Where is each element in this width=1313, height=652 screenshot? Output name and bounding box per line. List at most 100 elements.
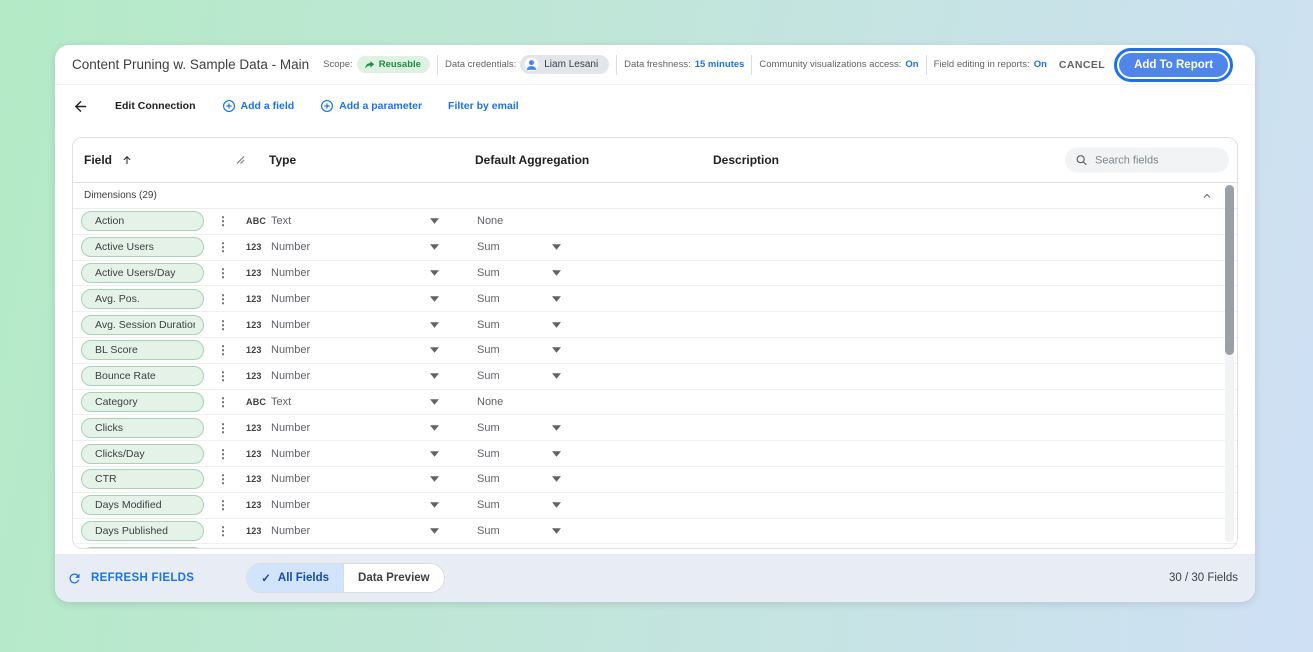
field-pill[interactable]: Bounce Rate [81,366,204,386]
type-dropdown-arrow[interactable] [430,296,477,302]
field-options-menu-icon[interactable]: ⋮ [212,369,246,383]
filter-by-email-button[interactable]: Filter by email [448,100,519,112]
refresh-fields-button[interactable]: REFRESH FIELDS [67,571,194,586]
aggregation-select[interactable]: Sum [477,473,552,485]
add-parameter-button[interactable]: Add a parameter [320,99,422,113]
field-pill[interactable]: CTR [81,469,204,489]
field-options-menu-icon[interactable]: ⋮ [212,214,246,228]
type-dropdown-arrow[interactable] [430,476,477,482]
field-pill[interactable]: Avg. Pos. [81,289,204,309]
field-options-menu-icon[interactable]: ⋮ [212,318,246,332]
type-select[interactable]: Text [271,396,430,408]
type-dropdown-arrow[interactable] [430,399,477,405]
aggregation-select[interactable]: None [477,215,552,227]
type-dropdown-arrow[interactable] [430,373,477,379]
type-select[interactable]: Text [271,215,430,227]
tab-data-preview[interactable]: Data Preview [343,564,444,592]
aggregation-dropdown-arrow[interactable] [552,347,582,353]
aggregation-select[interactable]: Sum [477,344,552,356]
field-pill[interactable]: Clicks/Day [81,444,204,464]
type-select[interactable]: Number [271,422,430,434]
field-options-menu-icon[interactable]: ⋮ [212,472,246,486]
field-pill[interactable]: Days Published [81,521,204,541]
type-select[interactable]: Number [271,319,430,331]
search-fields-input[interactable] [1095,154,1215,166]
add-to-report-button[interactable]: Add To Report [1119,53,1228,77]
edit-connection-button[interactable]: Edit Connection [115,100,196,112]
field-options-menu-icon[interactable]: ⋮ [212,395,246,409]
field-pill[interactable]: Clicks [81,418,204,438]
aggregation-select[interactable]: Sum [477,241,552,253]
type-select[interactable]: Number [271,525,430,537]
aggregation-select[interactable]: Sum [477,319,552,331]
type-dropdown-arrow[interactable] [430,502,477,508]
field-options-menu-icon[interactable]: ⋮ [212,524,246,538]
field-editing-group[interactable]: Field editing in reports: On [934,59,1047,70]
aggregation-select[interactable]: Sum [477,293,552,305]
field-pill[interactable] [81,547,204,549]
aggregation-dropdown-arrow[interactable] [552,451,582,457]
type-select[interactable]: Number [271,267,430,279]
aggregation-dropdown-arrow[interactable] [552,296,582,302]
type-select[interactable]: Number [271,370,430,382]
type-select[interactable]: Number [271,448,430,460]
field-pill[interactable]: Avg. Session Duration [81,315,204,335]
field-options-menu-icon[interactable]: ⋮ [212,498,246,512]
community-viz-value[interactable]: On [905,59,918,70]
type-select[interactable]: Number [271,293,430,305]
field-pill[interactable]: Active Users/Day [81,263,204,283]
field-options-menu-icon[interactable]: ⋮ [212,292,246,306]
aggregation-select[interactable]: None [477,396,552,408]
field-options-menu-icon[interactable]: ⋮ [212,447,246,461]
type-dropdown-arrow[interactable] [430,528,477,534]
add-field-button[interactable]: Add a field [222,99,295,113]
cancel-button[interactable]: CANCEL [1059,59,1105,71]
field-pill[interactable]: Days Modified [81,495,204,515]
community-viz-group[interactable]: Community visualizations access: On [759,59,918,70]
tab-all-fields[interactable]: ✓All Fields [247,564,343,592]
type-dropdown-arrow[interactable] [430,347,477,353]
dimensions-section-header[interactable]: Dimensions (29) [73,183,1237,209]
aggregation-select[interactable]: Sum [477,499,552,511]
credentials-badge[interactable]: Liam Lesani [520,55,609,74]
type-dropdown-arrow[interactable] [430,270,477,276]
field-pill[interactable]: Category [81,392,204,412]
type-dropdown-arrow[interactable] [430,218,477,224]
chevron-up-icon[interactable] [1201,190,1213,202]
field-pill[interactable]: Action [81,211,204,231]
column-header-field[interactable]: Field [84,153,133,167]
back-button[interactable] [72,98,89,115]
field-pill[interactable]: Active Users [81,237,204,257]
type-dropdown-arrow[interactable] [430,451,477,457]
field-options-menu-icon[interactable]: ⋮ [212,240,246,254]
aggregation-select[interactable]: Sum [477,267,552,279]
aggregation-select[interactable]: Sum [477,370,552,382]
aggregation-dropdown-arrow[interactable] [552,373,582,379]
freshness-group[interactable]: Data freshness: 15 minutes [624,59,744,70]
field-options-menu-icon[interactable]: ⋮ [212,266,246,280]
aggregation-dropdown-arrow[interactable] [552,322,582,328]
aggregation-dropdown-arrow[interactable] [552,244,582,250]
aggregation-select[interactable]: Sum [477,525,552,537]
aggregation-dropdown-arrow[interactable] [552,502,582,508]
type-dropdown-arrow[interactable] [430,322,477,328]
aggregation-dropdown-arrow[interactable] [552,476,582,482]
type-dropdown-arrow[interactable] [430,244,477,250]
aggregation-select[interactable]: Sum [477,448,552,460]
freshness-value[interactable]: 15 minutes [695,59,745,70]
type-select[interactable]: Number [271,499,430,511]
aggregation-dropdown-arrow[interactable] [552,425,582,431]
aggregation-select[interactable]: Sum [477,422,552,434]
scope-badge[interactable]: Reusable [357,56,430,73]
type-select[interactable]: Number [271,473,430,485]
type-select[interactable]: Number [271,241,430,253]
type-dropdown-arrow[interactable] [430,425,477,431]
field-options-menu-icon[interactable]: ⋮ [212,421,246,435]
scrollbar-track[interactable] [1225,185,1234,542]
field-pill[interactable]: BL Score [81,340,204,360]
field-editing-value[interactable]: On [1034,59,1047,70]
aggregation-dropdown-arrow[interactable] [552,528,582,534]
column-resize-handle[interactable] [236,156,245,165]
field-options-menu-icon[interactable]: ⋮ [212,343,246,357]
aggregation-dropdown-arrow[interactable] [552,270,582,276]
